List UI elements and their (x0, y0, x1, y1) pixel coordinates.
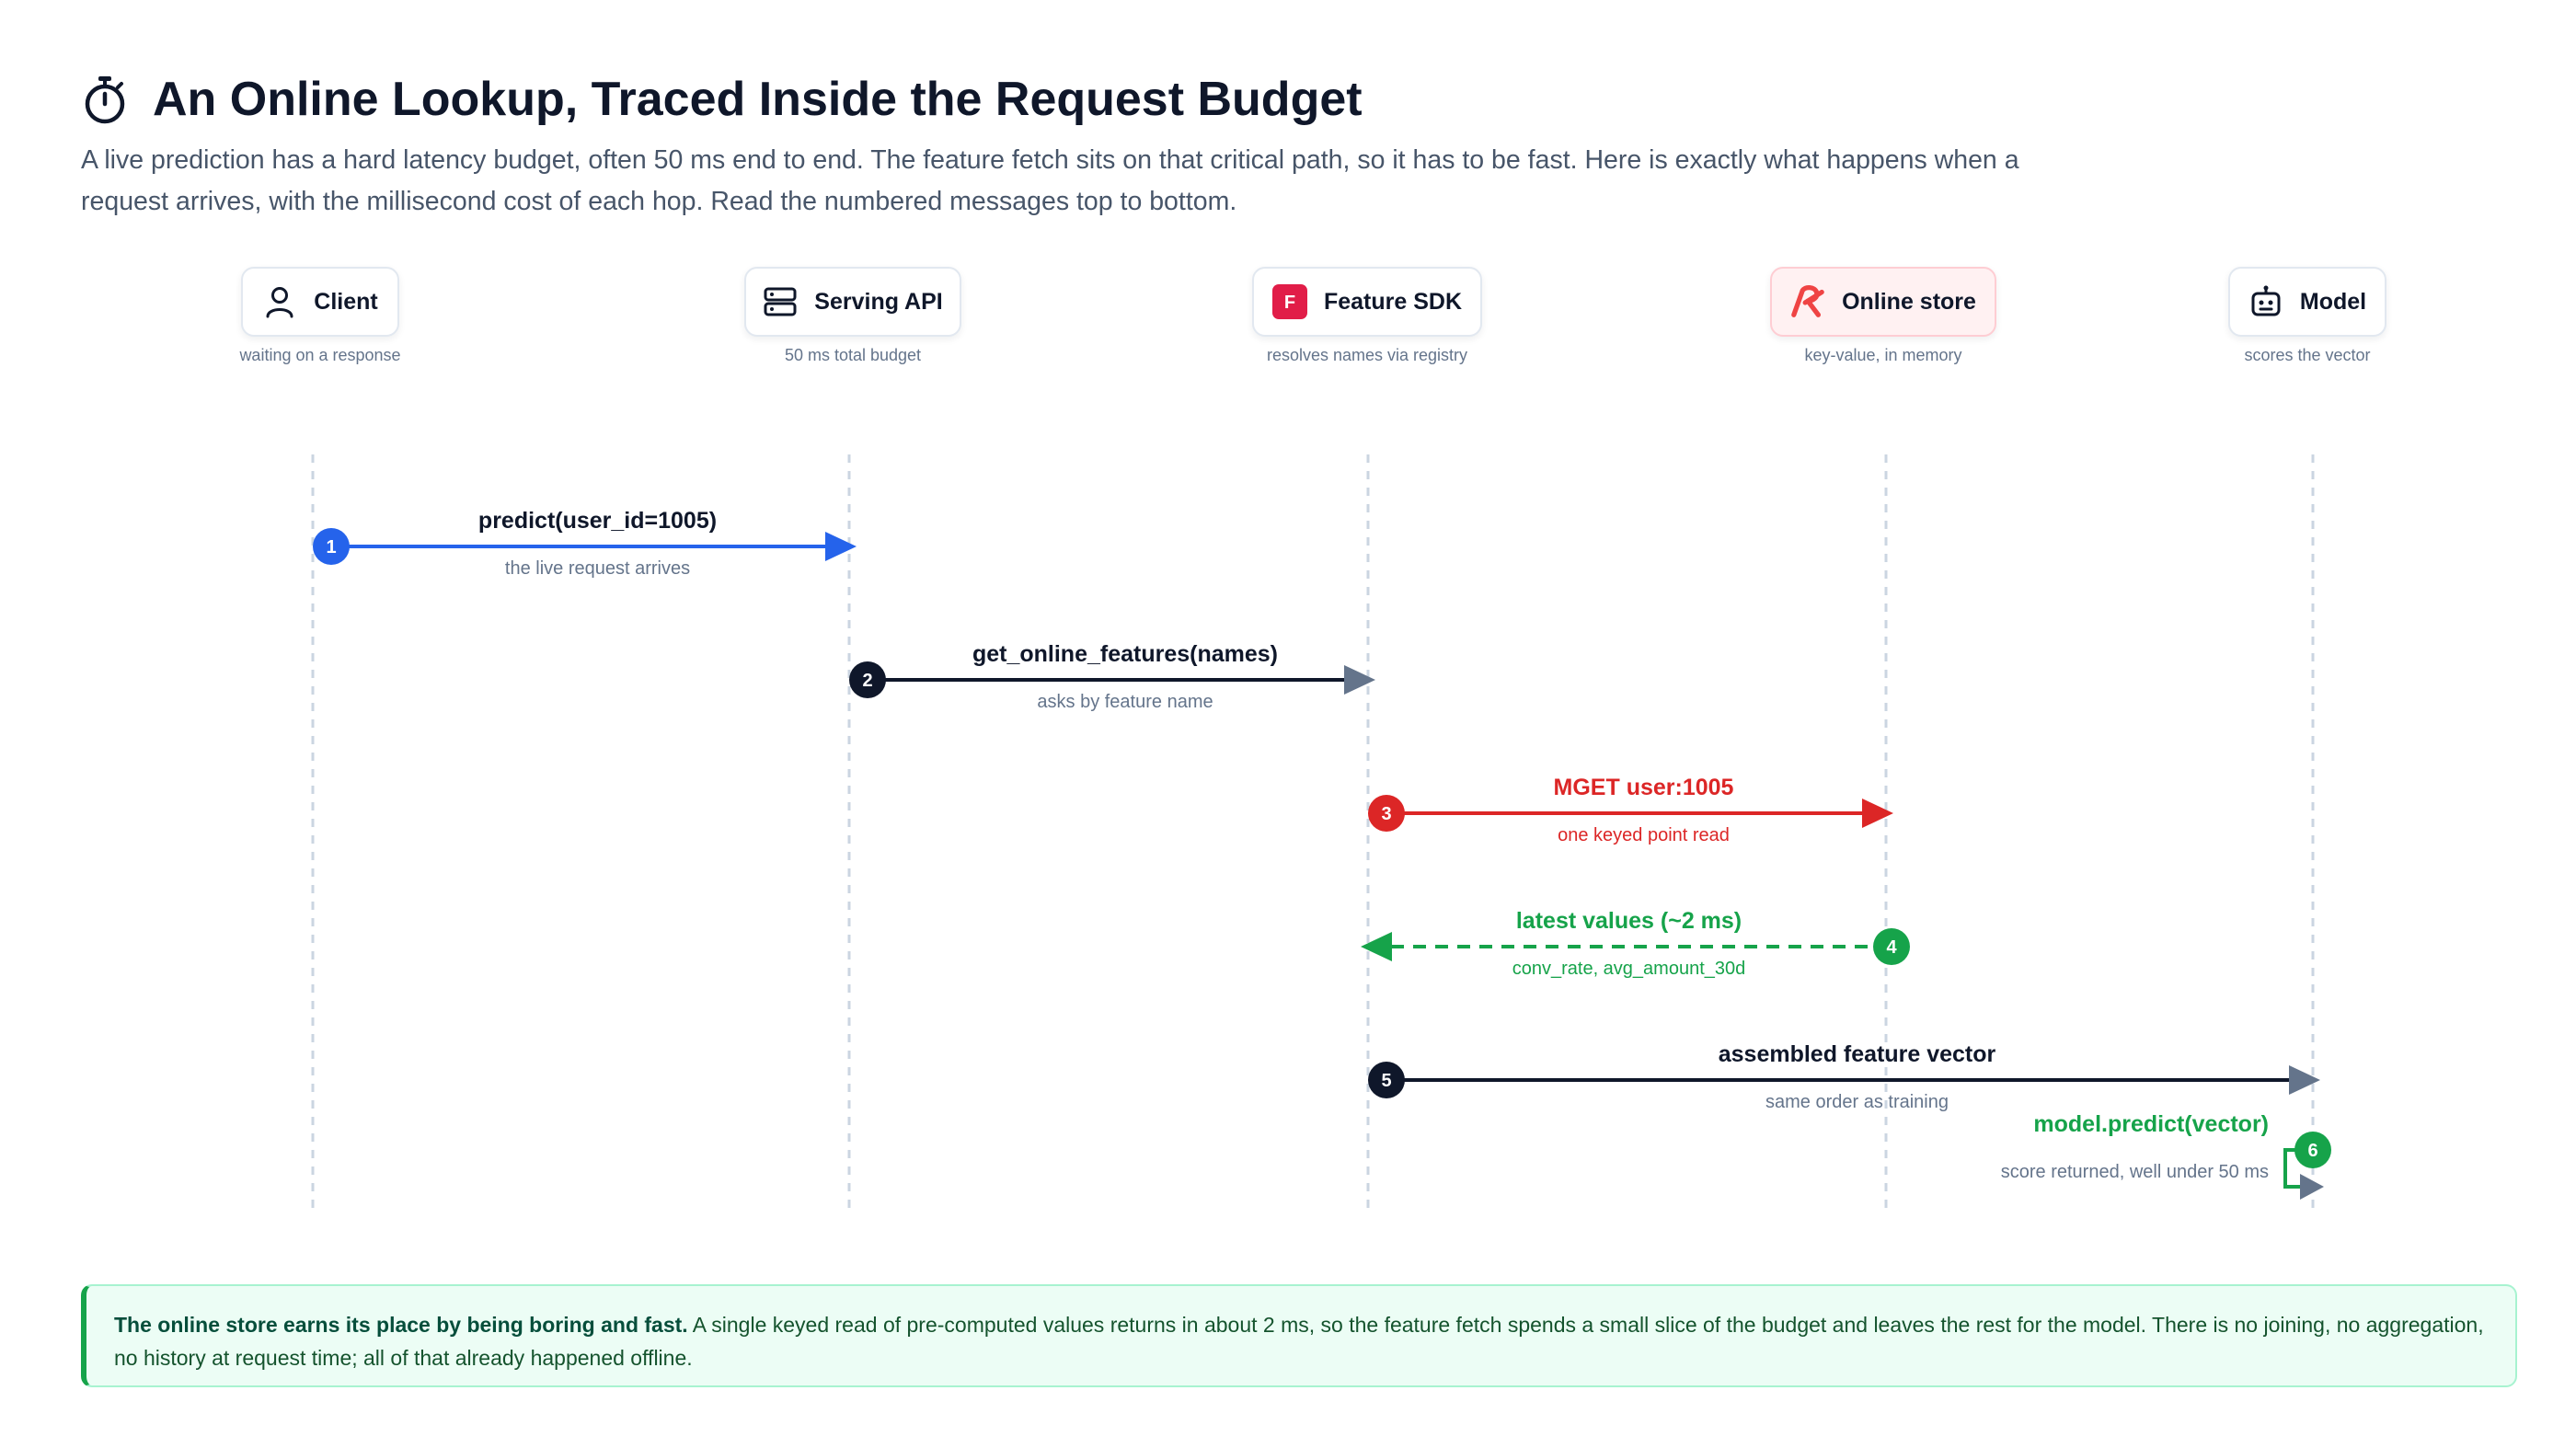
message-label: assembled feature vector (1719, 1041, 1996, 1067)
message-label: MGET user:1005 (1554, 775, 1734, 800)
arrowhead (1862, 799, 1893, 828)
summary-callout: The online store earns its place by bein… (81, 1284, 2517, 1387)
message-5: 5 assembled feature vector same order as t… (1368, 1041, 2320, 1112)
message-sublabel: same order as training (1765, 1092, 1949, 1112)
message-label: get_online_features(names) (972, 641, 1278, 667)
arrowhead (1344, 665, 1375, 695)
step-number: 1 (326, 537, 336, 557)
message-2: 2 get_online_features(names)asks by featu… (849, 641, 1375, 712)
message-3: 3 MGET user:1005 one keyed point read (1368, 775, 1893, 845)
page: An Online Lookup, Traced Inside the Requ… (0, 0, 2576, 1448)
messages: 1 predict(user_id=1005)the live request a… (313, 508, 2331, 1200)
message-sublabel: score returned, well under 50 ms (2001, 1162, 2269, 1182)
step-number: 2 (862, 671, 872, 691)
message-label: latest values (~2 ms) (1516, 908, 1742, 934)
message-label: predict(user_id=1005) (478, 508, 717, 534)
arrowhead (2300, 1174, 2324, 1200)
message-label: model.predict(vector) (2033, 1111, 2269, 1137)
message-sublabel: the live request arrives (505, 558, 690, 579)
arrowhead (1361, 932, 1392, 961)
callout-bold: The online store earns its place by bein… (114, 1313, 688, 1337)
step-number: 4 (1886, 937, 1897, 958)
arrowhead (2289, 1065, 2320, 1095)
message-sublabel: conv_rate, avg_amount_30d (1512, 959, 1746, 979)
message-6: 6 model.predict(vector) score returned, we… (2001, 1111, 2331, 1200)
message-sublabel: asks by feature name (1037, 692, 1213, 712)
step-number: 5 (1381, 1071, 1391, 1091)
message-1: 1 predict(user_id=1005)the live request a… (313, 508, 857, 579)
step-number: 3 (1381, 804, 1391, 824)
step-number: 6 (2307, 1141, 2317, 1161)
message-4: 4 latest values (~2 ms) conv_rate, avg_amo… (1361, 908, 1910, 979)
sequence-diagram: 1 predict(user_id=1005)the live request a… (311, 454, 2331, 1212)
message-sublabel: one keyed point read (1558, 825, 1730, 845)
arrowhead (825, 532, 857, 561)
